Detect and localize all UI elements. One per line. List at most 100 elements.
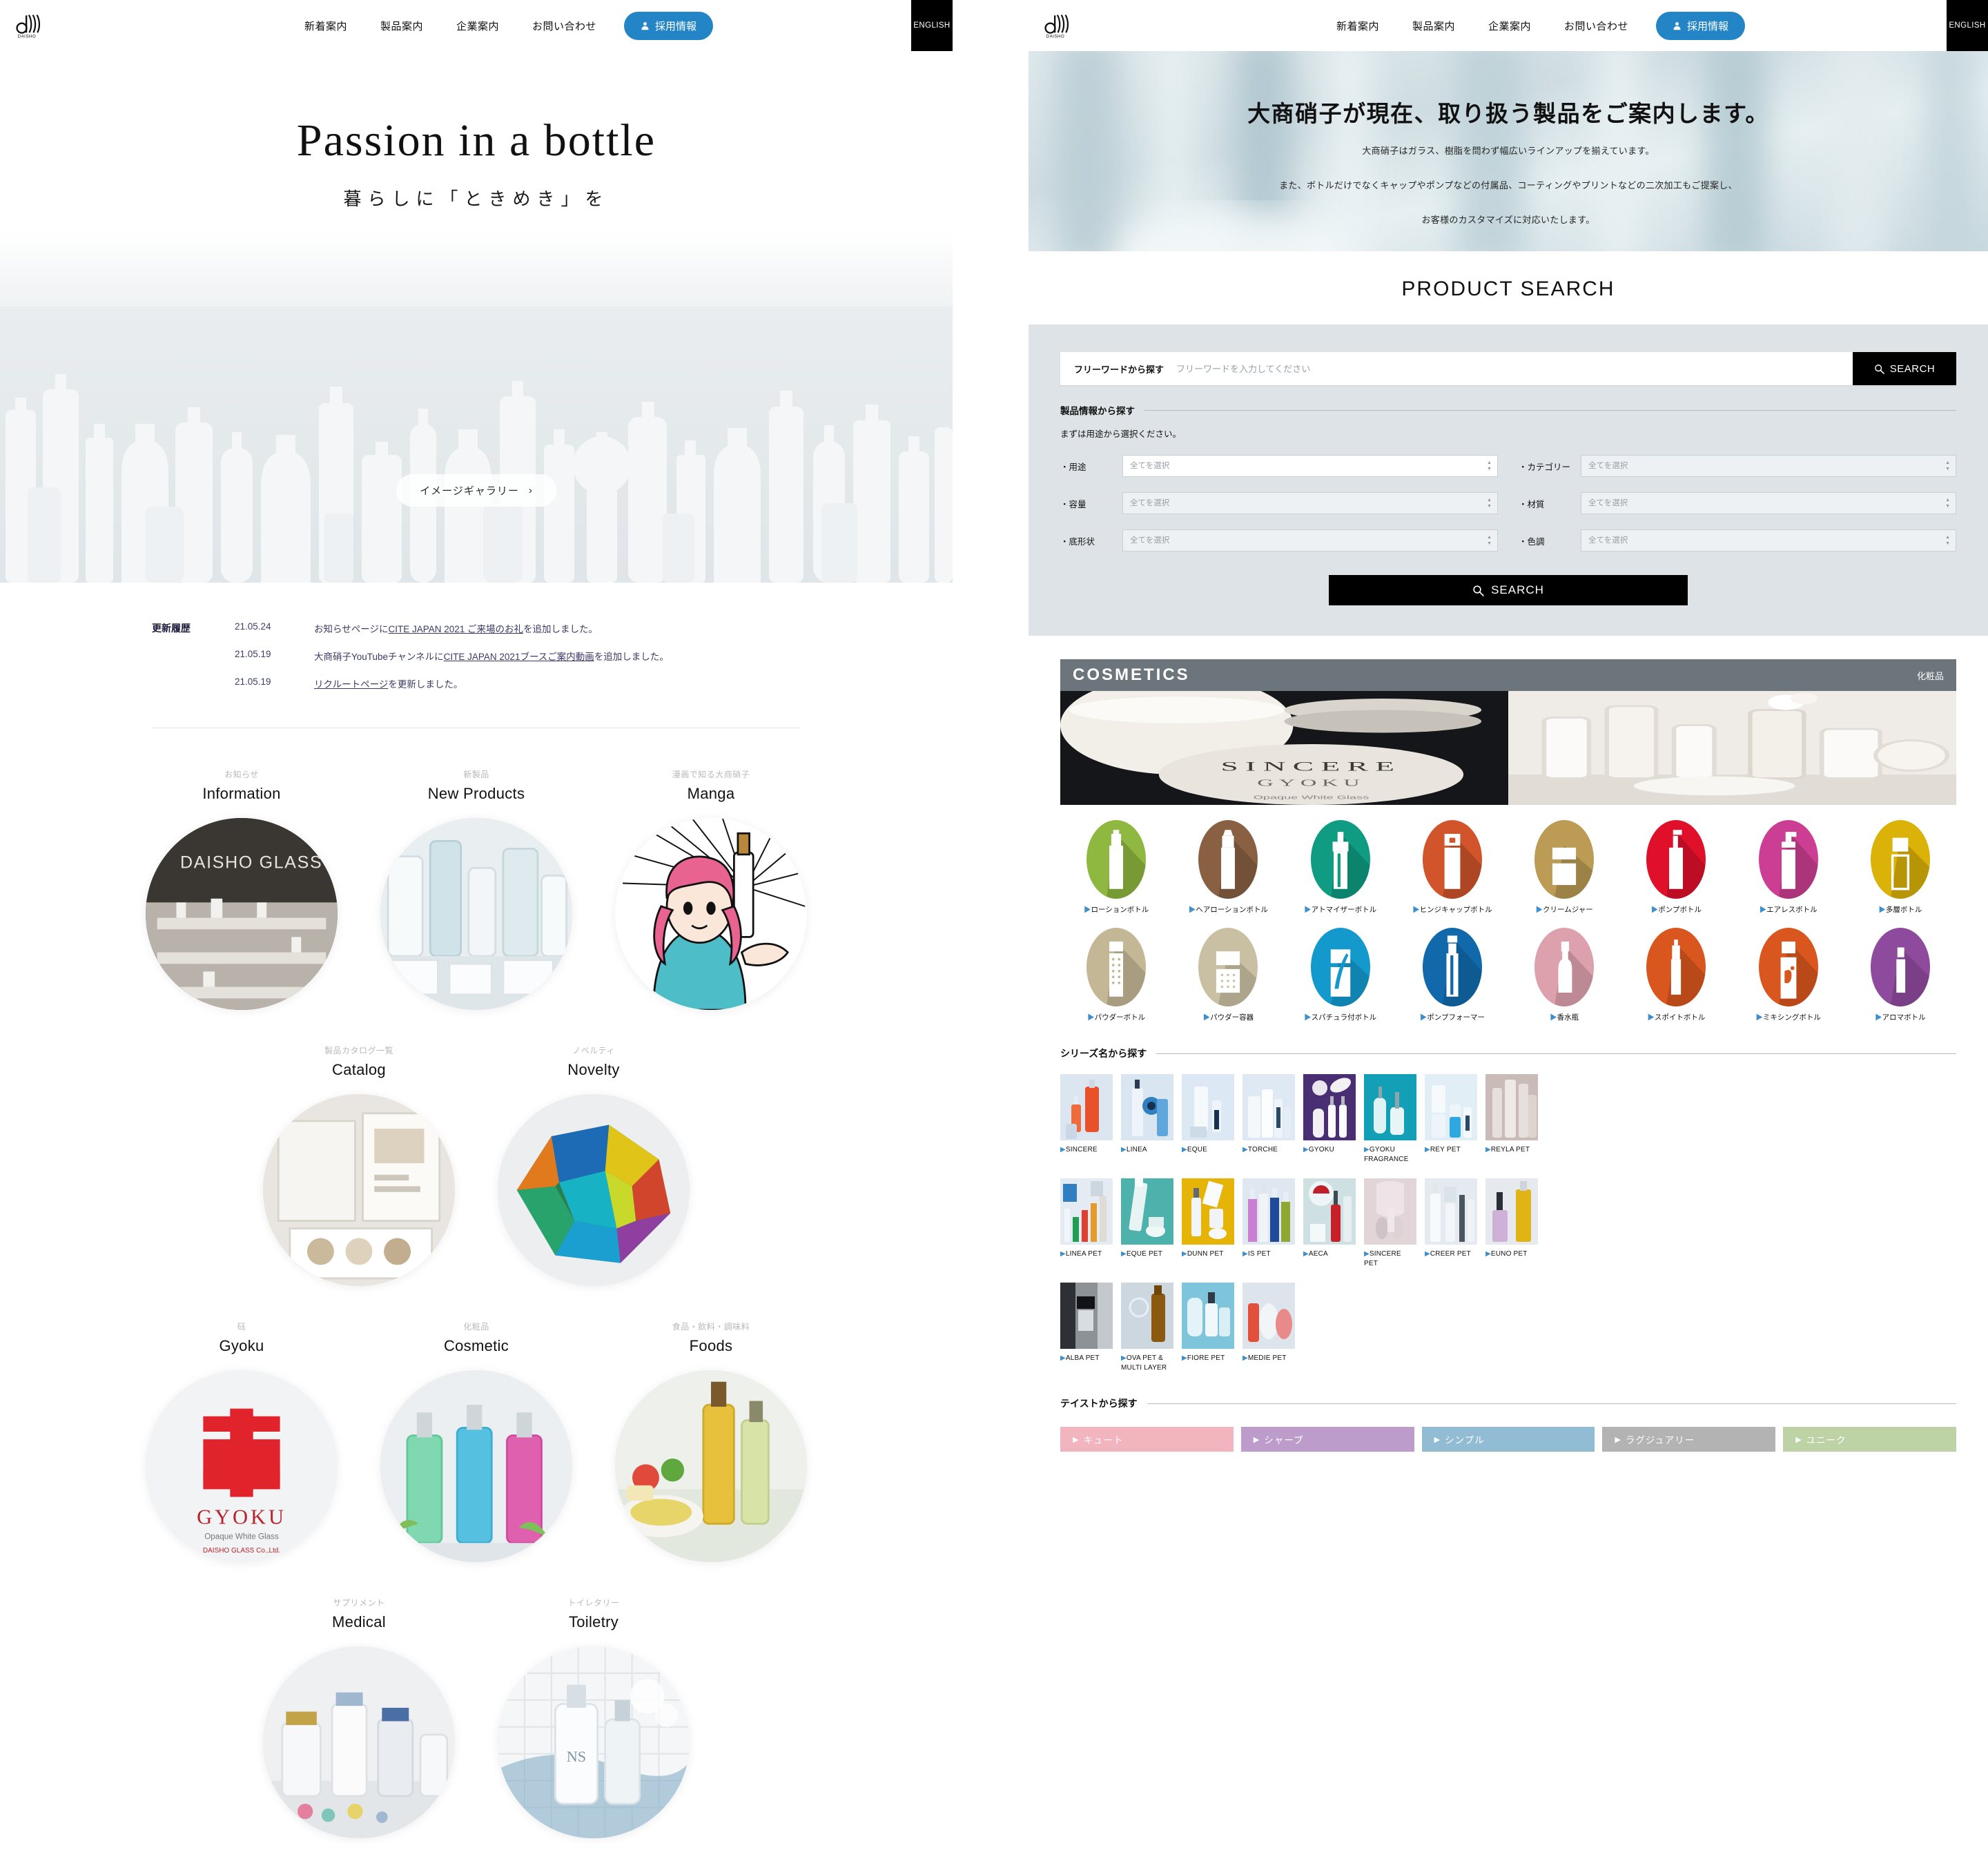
series-label: ▶GYOKU <box>1303 1146 1335 1154</box>
nav-item-news[interactable]: 新着案内 <box>288 19 364 33</box>
nav-item-news[interactable]: 新着案内 <box>1320 19 1396 33</box>
taste-button-simple[interactable]: ▶ シンプル <box>1421 1427 1595 1452</box>
freeword-input[interactable] <box>1176 352 1853 385</box>
product-type-powder-container[interactable]: ▶パウダー容器 <box>1172 928 1284 1023</box>
icon-label: ▶エアレスボトル <box>1759 906 1818 914</box>
series-card-creer-pet[interactable]: ▶CREER PET <box>1425 1178 1477 1269</box>
series-card-linea-pet[interactable]: ▶LINEA PET <box>1060 1178 1113 1269</box>
category-jp-label: サプリメント <box>333 1598 385 1608</box>
filter-select-bottom-shape[interactable]: 全てを選択 ▲ ▼ <box>1122 529 1498 552</box>
recruit-button[interactable]: 採用情報 <box>1656 11 1746 40</box>
category-card-information[interactable]: お知らせ Information DAISHO GLASS <box>138 768 345 1010</box>
filter-row-category: ・カテゴリー 全てを選択 ▲ ▼ <box>1519 455 1956 477</box>
series-card-is-pet[interactable]: ▶IS PET <box>1242 1178 1295 1269</box>
series-card-euno-pet[interactable]: ▶EUNO PET <box>1485 1178 1538 1269</box>
news-post: を追加しました。 <box>594 652 669 662</box>
nav-item-contact[interactable]: お問い合わせ <box>516 19 613 33</box>
series-card-sincere-pet[interactable]: ▶SINCERE PET <box>1364 1178 1416 1269</box>
filter-label-usage: ・用途 <box>1060 462 1086 472</box>
filter-select-material[interactable]: 全てを選択 ▲ ▼ <box>1581 492 1956 514</box>
product-type-airless-bottle[interactable]: ▶エアレスボトル <box>1733 820 1844 915</box>
taste-button-cute[interactable]: ▶ キュート <box>1060 1427 1234 1452</box>
series-card-rey-pet[interactable]: ▶REY PET <box>1425 1074 1477 1165</box>
series-card-medie-pet[interactable]: ▶MEDIE PET <box>1242 1283 1295 1373</box>
series-card-linea[interactable]: ▶LINEA <box>1121 1074 1173 1165</box>
nav-item-products[interactable]: 製品案内 <box>364 19 440 33</box>
category-card-medical[interactable]: サプリメント Medical <box>255 1597 462 1838</box>
category-en-label: Manga <box>687 785 735 802</box>
category-card-novelty[interactable]: ノベルティ Novelty <box>490 1044 697 1286</box>
nav-item-company[interactable]: 企業案内 <box>440 19 516 33</box>
series-card-alba-pet[interactable]: ▶ALBA PET <box>1060 1283 1113 1373</box>
series-card-gyoku-fragrance[interactable]: ▶GYOKU FRAGRANCE <box>1364 1074 1416 1165</box>
taste-button-luxury[interactable]: ▶ ラグジュアリー <box>1602 1427 1776 1452</box>
product-type-perfume-bottle[interactable]: ▶香水瓶 <box>1508 928 1620 1023</box>
category-card-cosmetic[interactable]: 化粧品 Cosmetic <box>373 1321 580 1562</box>
recruit-button[interactable]: 採用情報 <box>624 11 714 40</box>
product-type-atomizer-bottle[interactable]: ▶アトマイザーボトル <box>1285 820 1396 915</box>
english-toggle[interactable]: ENGLISH <box>911 0 953 51</box>
news-link[interactable]: CITE JAPAN 2021 ご来場のお礼 <box>388 624 523 634</box>
product-type-hinge-cap-bottle[interactable]: ▶ヒンジキャップボトル <box>1396 820 1508 915</box>
series-label: ▶GYOKU FRAGRANCE <box>1364 1146 1409 1164</box>
category-card-toiletry[interactable]: トイレタリー Toiletry NS <box>490 1597 697 1838</box>
product-type-multilayer-bottle[interactable]: ▶多層ボトル <box>1844 820 1956 915</box>
filter-select-capacity[interactable]: 全てを選択 ▲ ▼ <box>1122 492 1498 514</box>
product-type-aroma-bottle[interactable]: ▶アロマボトル <box>1844 928 1956 1023</box>
nav-item-products[interactable]: 製品案内 <box>1396 19 1472 33</box>
series-card-dunn-pet[interactable]: ▶DUNN PET <box>1182 1178 1234 1269</box>
daisho-logo[interactable]: DAISHO <box>1044 12 1077 39</box>
hair-lotion-bottle-icon <box>1198 820 1258 899</box>
product-type-dropper-bottle[interactable]: ▶スポイトボトル <box>1620 928 1732 1023</box>
series-card-sincere[interactable]: ▶SINCERE <box>1060 1074 1113 1165</box>
news-link[interactable]: リクルートページ <box>314 679 388 690</box>
category-card-new-products[interactable]: 新製品 New Products <box>373 768 580 1010</box>
chevron-right-icon: › <box>528 485 533 496</box>
freeword-search-button[interactable]: SEARCH <box>1853 352 1956 385</box>
series-card-eque[interactable]: ▶EQUE <box>1182 1074 1234 1165</box>
news-link[interactable]: CITE JAPAN 2021ブースご案内動画 <box>444 652 594 662</box>
filter-select-color[interactable]: 全てを選択 ▲ ▼ <box>1581 529 1956 552</box>
product-type-powder-bottle[interactable]: ▶パウダーボトル <box>1060 928 1172 1023</box>
main-search-button[interactable]: SEARCH <box>1329 575 1688 605</box>
english-toggle[interactable]: ENGLISH <box>1947 0 1988 51</box>
category-image-foods <box>615 1370 807 1562</box>
series-thumb <box>1121 1283 1173 1350</box>
filter-row-color: ・色調 全てを選択 ▲ ▼ <box>1519 529 1956 552</box>
category-grid-row2: 製品カタログ一覧 Catalog ノベルティ Novelty <box>248 1044 704 1297</box>
product-type-hair-lotion-bottle[interactable]: ▶ヘアローションボトル <box>1172 820 1284 915</box>
series-thumb <box>1060 1283 1113 1350</box>
product-type-spatula-bottle[interactable]: ▶スパチュラ付ボトル <box>1285 928 1396 1023</box>
daisho-logo[interactable]: DAISHO <box>15 12 48 39</box>
filter-select-usage[interactable]: 全てを選択 ▲ ▼ <box>1122 455 1498 477</box>
series-card-ova-pet[interactable]: ▶OVA PET & MULTI LAYER <box>1121 1283 1173 1373</box>
series-card-aeca[interactable]: ▶AECA <box>1303 1178 1356 1269</box>
category-card-gyoku[interactable]: 砡 Gyoku GYOKU Opaque White Glass DAISHO … <box>138 1321 345 1562</box>
product-type-pump-former[interactable]: ▶ポンプフォーマー <box>1396 928 1508 1023</box>
filter-select-category[interactable]: 全てを選択 ▲ ▼ <box>1581 455 1956 477</box>
product-type-cream-jar[interactable]: ▶クリームジャー <box>1508 820 1620 915</box>
product-type-lotion-bottle[interactable]: ▶ローションボトル <box>1060 820 1172 915</box>
nav-item-contact[interactable]: お問い合わせ <box>1548 19 1645 33</box>
series-card-fiore-pet[interactable]: ▶FIORE PET <box>1182 1283 1234 1373</box>
category-card-catalog[interactable]: 製品カタログ一覧 Catalog <box>255 1044 462 1286</box>
category-card-foods[interactable]: 食品・飲料・調味料 Foods <box>607 1321 815 1562</box>
product-type-mixing-bottle[interactable]: ▶ミキシングボトル <box>1733 928 1844 1023</box>
nav-item-company[interactable]: 企業案内 <box>1472 19 1548 33</box>
hero-section: Passion in a bottle 暮らしに「ときめき」を イメージギャラリ… <box>0 51 953 583</box>
taste-button-sharp[interactable]: ▶ シャープ <box>1240 1427 1414 1452</box>
product-type-pump-bottle[interactable]: ▶ポンプボトル <box>1620 820 1732 915</box>
series-card-eque-pet[interactable]: ▶EQUE PET <box>1121 1178 1173 1269</box>
series-card-torche[interactable]: ▶TORCHE <box>1242 1074 1295 1165</box>
image-gallery-button[interactable]: イメージギャラリー › <box>396 474 556 507</box>
series-card-reyla-pet[interactable]: ▶REYLA PET <box>1485 1074 1538 1165</box>
category-en-label: Medical <box>332 1613 386 1630</box>
cream-jar-icon <box>1534 820 1595 899</box>
category-en-label: Toiletry <box>568 1613 619 1630</box>
category-card-manga[interactable]: 漫画で知る大商硝子 Manga <box>607 768 815 1010</box>
series-card-gyoku[interactable]: ▶GYOKU <box>1303 1074 1356 1165</box>
taste-button-unique[interactable]: ▶ ユニーク <box>1783 1427 1956 1452</box>
news-date: 21.05.24 <box>235 621 271 632</box>
arrow-right-icon: ▶ <box>1795 1435 1802 1444</box>
series-thumb <box>1303 1074 1356 1141</box>
